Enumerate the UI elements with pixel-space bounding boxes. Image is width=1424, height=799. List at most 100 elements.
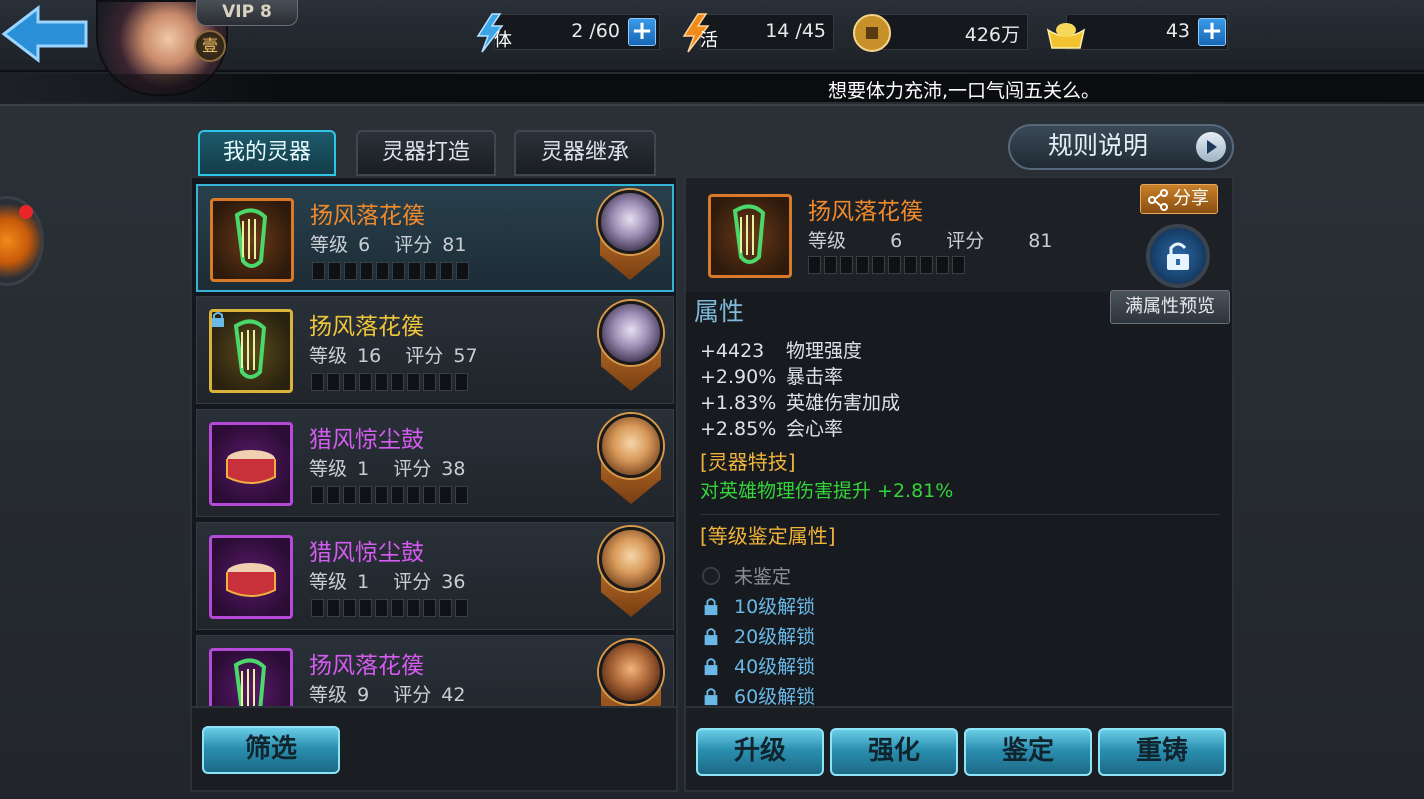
item-level: 9 [357, 684, 370, 706]
attribute-list: +4423 物理强度 +2.90% 暴击率 +1.83% 英雄伤害加成 +2.85% 会… [700, 336, 900, 440]
score-label: 评分 [405, 345, 444, 367]
tab-inherit[interactable]: 灵器继承 [514, 130, 656, 176]
rules-button[interactable]: 规则说明 [1008, 124, 1234, 170]
item-level: 16 [357, 345, 382, 367]
add-stamina-button[interactable]: + [628, 18, 656, 46]
lock-icon [704, 598, 718, 616]
recast-button[interactable]: 重铸 [1098, 728, 1226, 776]
lightning-orange-icon: 活 [678, 12, 722, 54]
star-pips [808, 256, 965, 274]
tab-my-artifacts[interactable]: 我的灵器 [198, 130, 336, 176]
detail-header: 扬风落花篌 等级 6 评分 81 分享 [686, 178, 1232, 292]
detail-name: 扬风落花篌 [808, 199, 923, 225]
star-pips [311, 373, 468, 391]
item-level: 1 [357, 458, 370, 480]
tab-forge[interactable]: 灵器打造 [356, 130, 496, 176]
hero-tag [595, 299, 667, 395]
item-level: 6 [358, 234, 371, 256]
score-label: 评分 [393, 458, 432, 480]
vip-badge[interactable]: VIP 8 [196, 0, 298, 26]
artifact-detail: 扬风落花篌 等级 6 评分 81 分享 属性 满属性预览 +4423 物理强度 +… [684, 176, 1234, 708]
resource-stamina: 体 2 /60 + [472, 12, 660, 54]
svg-text:体: 体 [494, 30, 512, 51]
skill-header: [灵器特技] [700, 450, 796, 474]
empty-slot-icon [701, 566, 721, 586]
hero-portrait [599, 414, 663, 478]
lightning-icon: 体 [472, 12, 516, 54]
drum-icon [209, 535, 293, 619]
hero-portrait [598, 190, 662, 254]
resource-coins: 426万 [850, 12, 1028, 54]
score-label: 评分 [393, 684, 432, 706]
lock-icon [704, 688, 718, 706]
stamina-value: 2 /60 [571, 20, 620, 42]
attribute-row: +2.90% 暴击率 [700, 366, 844, 388]
gold-value: 43 [1165, 20, 1190, 42]
attributes-title: 属性 [694, 297, 745, 326]
hero-tag [594, 188, 666, 284]
full-attribute-preview-button[interactable]: 满属性预览 [1110, 290, 1230, 324]
harp-icon [210, 198, 294, 282]
detail-level: 6 [890, 230, 903, 252]
attribute-row: +1.83% 英雄伤害加成 [700, 392, 901, 414]
list-item[interactable]: 扬风落花篌 等级 9 评分 42 [196, 635, 674, 706]
list-item[interactable]: 猎风惊尘鼓 等级 1 评分 36 [196, 522, 674, 630]
item-name: 扬风落花篌 [309, 653, 424, 679]
play-arrow-icon [1196, 132, 1226, 162]
identify-row: 20级解锁 [700, 622, 815, 649]
item-score: 42 [441, 684, 466, 706]
item-name: 扬风落花篌 [310, 203, 425, 229]
lock-toggle-button[interactable] [1146, 224, 1210, 288]
gold-ingot-icon [1044, 12, 1088, 54]
coins-value: 426万 [964, 24, 1020, 46]
level-label: 等级 [309, 458, 348, 480]
harp-icon [708, 194, 792, 278]
add-gold-button[interactable]: + [1198, 18, 1226, 46]
share-icon [1148, 189, 1168, 211]
list-item[interactable]: 扬风落花篌 等级 16 评分 57 [196, 296, 674, 404]
star-pips [311, 486, 468, 504]
skill-text: 对英雄物理伤害提升 +2.81% [700, 480, 954, 502]
divider [700, 514, 1220, 515]
attribute-row: +4423 物理强度 [700, 340, 863, 362]
share-button[interactable]: 分享 [1140, 184, 1218, 214]
item-score: 57 [453, 345, 478, 367]
svg-text:活: 活 [700, 30, 718, 51]
item-score: 81 [442, 234, 467, 256]
lock-icon [212, 312, 224, 327]
identify-row: 60级解锁 [700, 682, 815, 706]
hero-tag [595, 525, 667, 621]
upgrade-button[interactable]: 升级 [696, 728, 824, 776]
lock-icon [704, 658, 718, 676]
level-label: 等级 [310, 234, 349, 256]
artifact-list[interactable]: 扬风落花篌 等级 6 评分 81 扬风落花篌 等级 16 评分 57 猎风惊尘鼓… [190, 176, 678, 708]
unlock-icon [1167, 242, 1189, 270]
hero-tag [595, 412, 667, 508]
vitality-value: 14 /45 [765, 20, 826, 42]
item-name: 扬风落花篌 [309, 314, 424, 340]
share-label: 分享 [1173, 188, 1209, 209]
item-score: 38 [441, 458, 466, 480]
hero-portrait [599, 301, 663, 365]
attribute-row: +2.85% 会心率 [700, 418, 844, 440]
ticker-text: 想要体力充沛,一口气闯五关么。 [828, 80, 1101, 102]
score-label: 评分 81 [946, 230, 1053, 252]
item-name: 猎风惊尘鼓 [309, 427, 424, 453]
filter-button[interactable]: 筛选 [202, 726, 340, 774]
item-name: 猎风惊尘鼓 [309, 540, 424, 566]
detail-score: 81 [1028, 230, 1053, 252]
identify-row: 10级解锁 [700, 592, 815, 619]
rank-badge: 壹 [194, 30, 226, 62]
star-pips [312, 262, 469, 280]
back-arrow-icon [1, 4, 88, 64]
back-button[interactable] [0, 4, 92, 66]
announcement-ticker: 想要体力充沛,一口气闯五关么。 [0, 74, 1424, 102]
star-pips [311, 599, 468, 617]
list-item[interactable]: 扬风落花篌 等级 6 评分 81 [196, 184, 674, 292]
enhance-button[interactable]: 强化 [830, 728, 958, 776]
list-item[interactable]: 猎风惊尘鼓 等级 1 评分 38 [196, 409, 674, 517]
identify-button[interactable]: 鉴定 [964, 728, 1092, 776]
hero-tag [595, 638, 667, 706]
resource-gold: 43 + [1044, 12, 1230, 54]
level-label: 等级 [309, 684, 348, 706]
